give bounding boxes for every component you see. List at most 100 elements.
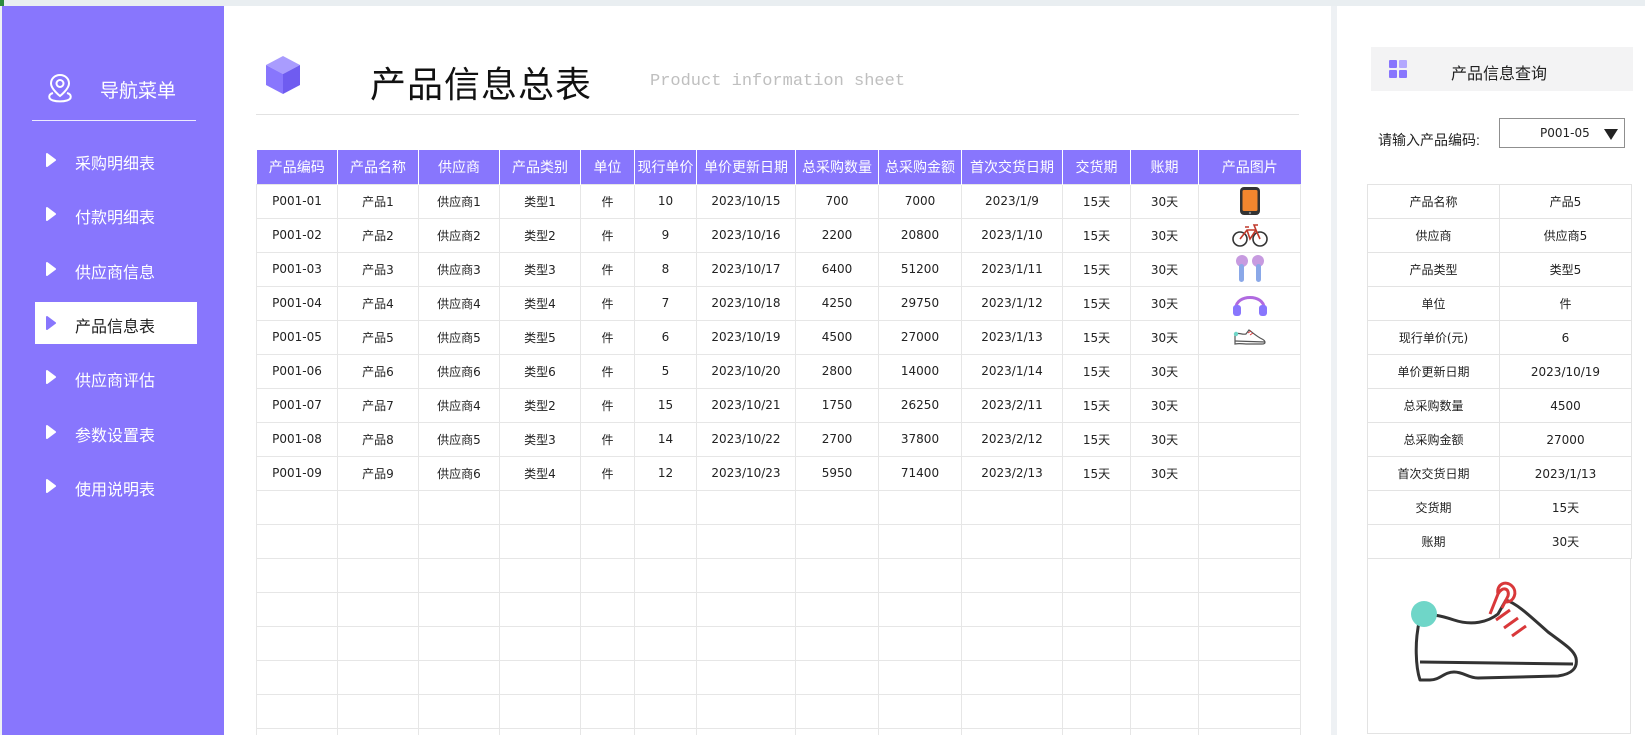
cell-qty[interactable]: 700 — [795, 183, 879, 219]
cell-lead[interactable]: 15天 — [1062, 217, 1131, 253]
table-row[interactable]: P001-05 产品5 供应商5 类型5 件 6 2023/10/19 4500 27000 20… — [256, 319, 1301, 355]
cell-supplier[interactable]: 供应商5 — [418, 421, 500, 457]
cell-supplier[interactable]: 供应商1 — [418, 183, 500, 219]
cell-supplier[interactable]: 供应商6 — [418, 455, 500, 491]
cell-price[interactable]: 12 — [634, 455, 697, 491]
cell-price[interactable]: 14 — [634, 421, 697, 457]
table-row[interactable]: P001-09 产品9 供应商6 类型4 件 12 2023/10/23 5950 71400 2… — [256, 455, 1301, 491]
cell-price[interactable]: 10 — [634, 183, 697, 219]
cell-lead[interactable]: 15天 — [1062, 421, 1131, 457]
cell-terms[interactable]: 30天 — [1130, 353, 1199, 389]
cell-name[interactable]: 产品2 — [337, 217, 419, 253]
cell-unit[interactable]: 件 — [580, 319, 635, 355]
cell-terms[interactable]: 30天 — [1130, 387, 1199, 423]
cell-amount[interactable]: 37800 — [878, 421, 962, 457]
cell-qty[interactable]: 2700 — [795, 421, 879, 457]
cell-qty[interactable]: 2200 — [795, 217, 879, 253]
cell-price[interactable]: 9 — [634, 217, 697, 253]
cell-code[interactable]: P001-07 — [256, 387, 338, 423]
cell-price[interactable]: 15 — [634, 387, 697, 423]
cell-unit[interactable]: 件 — [580, 387, 635, 423]
cell-first-delivery[interactable]: 2023/2/12 — [961, 421, 1063, 457]
cell-terms[interactable]: 30天 — [1130, 285, 1199, 321]
cell-first-delivery[interactable]: 2023/2/11 — [961, 387, 1063, 423]
cell-updated[interactable]: 2023/10/20 — [696, 353, 796, 389]
cell-amount[interactable]: 29750 — [878, 285, 962, 321]
sidebar-item-4[interactable]: 产品信息表 — [35, 301, 197, 344]
cell-lead[interactable]: 15天 — [1062, 319, 1131, 355]
cell-name[interactable]: 产品6 — [337, 353, 419, 389]
cell-terms[interactable]: 30天 — [1130, 319, 1199, 355]
cell-price[interactable]: 6 — [634, 319, 697, 355]
cell-terms[interactable]: 30天 — [1130, 455, 1199, 491]
cell-code[interactable]: P001-03 — [256, 251, 338, 287]
cell-supplier[interactable]: 供应商2 — [418, 217, 500, 253]
cell-category[interactable]: 类型3 — [499, 251, 581, 287]
cell-lead[interactable]: 15天 — [1062, 387, 1131, 423]
cell-unit[interactable]: 件 — [580, 353, 635, 389]
cell-name[interactable]: 产品9 — [337, 455, 419, 491]
cell-first-delivery[interactable]: 2023/2/13 — [961, 455, 1063, 491]
cell-first-delivery[interactable]: 2023/1/12 — [961, 285, 1063, 321]
sidebar-item-1[interactable]: 采购明细表 — [35, 139, 197, 181]
cell-amount[interactable]: 26250 — [878, 387, 962, 423]
cell-first-delivery[interactable]: 2023/1/11 — [961, 251, 1063, 287]
cell-first-delivery[interactable]: 2023/1/14 — [961, 353, 1063, 389]
cell-first-delivery[interactable]: 2023/1/9 — [961, 183, 1063, 219]
cell-updated[interactable]: 2023/10/23 — [696, 455, 796, 491]
cell-updated[interactable]: 2023/10/17 — [696, 251, 796, 287]
product-code-select[interactable]: P001-05 — [1499, 118, 1625, 148]
cell-amount[interactable]: 51200 — [878, 251, 962, 287]
table-row[interactable]: P001-02 产品2 供应商2 类型2 件 9 2023/10/16 2200 20800 20… — [256, 217, 1301, 253]
cell-amount[interactable]: 7000 — [878, 183, 962, 219]
cell-price[interactable]: 8 — [634, 251, 697, 287]
cell-terms[interactable]: 30天 — [1130, 251, 1199, 287]
cell-code[interactable]: P001-04 — [256, 285, 338, 321]
cell-lead[interactable]: 15天 — [1062, 353, 1131, 389]
table-row[interactable]: P001-06 产品6 供应商6 类型6 件 5 2023/10/20 2800 14000 20… — [256, 353, 1301, 389]
cell-name[interactable]: 产品3 — [337, 251, 419, 287]
cell-category[interactable]: 类型6 — [499, 353, 581, 389]
cell-unit[interactable]: 件 — [580, 217, 635, 253]
cell-category[interactable]: 类型2 — [499, 387, 581, 423]
sidebar-item-5[interactable]: 供应商评估 — [35, 356, 197, 398]
table-row[interactable]: P001-01 产品1 供应商1 类型1 件 10 2023/10/15 700 7000 202… — [256, 183, 1301, 219]
cell-lead[interactable]: 15天 — [1062, 251, 1131, 287]
cell-supplier[interactable]: 供应商4 — [418, 387, 500, 423]
sidebar-item-6[interactable]: 参数设置表 — [35, 411, 197, 453]
chevron-down-icon[interactable] — [1604, 129, 1618, 140]
cell-supplier[interactable]: 供应商3 — [418, 251, 500, 287]
cell-terms[interactable]: 30天 — [1130, 183, 1199, 219]
cell-updated[interactable]: 2023/10/15 — [696, 183, 796, 219]
cell-updated[interactable]: 2023/10/18 — [696, 285, 796, 321]
cell-name[interactable]: 产品7 — [337, 387, 419, 423]
cell-lead[interactable]: 15天 — [1062, 183, 1131, 219]
cell-name[interactable]: 产品1 — [337, 183, 419, 219]
cell-supplier[interactable]: 供应商6 — [418, 353, 500, 389]
sidebar-item-2[interactable]: 付款明细表 — [35, 193, 197, 235]
cell-unit[interactable]: 件 — [580, 251, 635, 287]
table-row[interactable]: P001-04 产品4 供应商4 类型4 件 7 2023/10/18 4250 29750 20… — [256, 285, 1301, 321]
cell-unit[interactable]: 件 — [580, 421, 635, 457]
cell-updated[interactable]: 2023/10/16 — [696, 217, 796, 253]
cell-category[interactable]: 类型5 — [499, 319, 581, 355]
cell-lead[interactable]: 15天 — [1062, 455, 1131, 491]
cell-category[interactable]: 类型2 — [499, 217, 581, 253]
cell-code[interactable]: P001-09 — [256, 455, 338, 491]
table-row[interactable]: P001-03 产品3 供应商3 类型3 件 8 2023/10/17 6400 51200 20… — [256, 251, 1301, 287]
cell-code[interactable]: P001-08 — [256, 421, 338, 457]
cell-name[interactable]: 产品5 — [337, 319, 419, 355]
cell-updated[interactable]: 2023/10/19 — [696, 319, 796, 355]
cell-category[interactable]: 类型4 — [499, 455, 581, 491]
cell-code[interactable]: P001-06 — [256, 353, 338, 389]
cell-amount[interactable]: 14000 — [878, 353, 962, 389]
cell-amount[interactable]: 27000 — [878, 319, 962, 355]
cell-code[interactable]: P001-01 — [256, 183, 338, 219]
cell-unit[interactable]: 件 — [580, 455, 635, 491]
table-row[interactable]: P001-08 产品8 供应商5 类型3 件 14 2023/10/22 2700 37800 2… — [256, 421, 1301, 457]
cell-terms[interactable]: 30天 — [1130, 421, 1199, 457]
cell-qty[interactable]: 4500 — [795, 319, 879, 355]
cell-amount[interactable]: 20800 — [878, 217, 962, 253]
cell-unit[interactable]: 件 — [580, 285, 635, 321]
cell-price[interactable]: 7 — [634, 285, 697, 321]
